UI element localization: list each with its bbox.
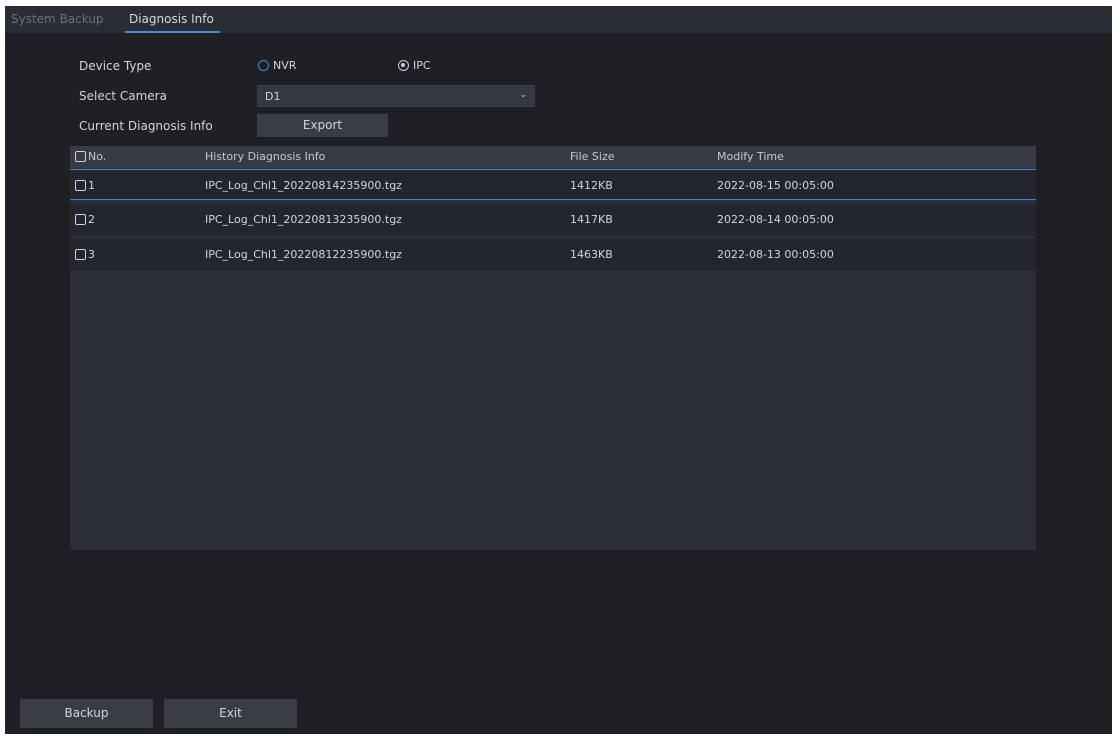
column-header-file-size: File Size bbox=[570, 150, 615, 163]
row-checkbox[interactable] bbox=[75, 180, 86, 191]
radio-ipc-label: IPC bbox=[413, 59, 431, 72]
row-modify-time: 2022-08-14 00:05:00 bbox=[717, 213, 834, 226]
select-all-checkbox[interactable] bbox=[75, 151, 86, 162]
history-table: No. History Diagnosis Info File Size Mod… bbox=[70, 146, 1036, 550]
row-file-name: IPC_Log_Chl1_20220814235900.tgz bbox=[205, 179, 402, 192]
row-no: 1 bbox=[88, 179, 95, 192]
camera-select-value: D1 bbox=[265, 90, 281, 103]
row-file-size: 1417KB bbox=[570, 213, 613, 226]
tab-system-backup[interactable]: System Backup bbox=[11, 6, 104, 33]
device-type-label: Device Type bbox=[79, 59, 152, 73]
row-file-name: IPC_Log_Chl1_20220813235900.tgz bbox=[205, 213, 402, 226]
column-header-history: History Diagnosis Info bbox=[205, 150, 326, 163]
radio-nvr[interactable]: NVR bbox=[258, 59, 296, 72]
select-camera-label: Select Camera bbox=[79, 89, 167, 103]
row-no: 2 bbox=[88, 213, 95, 226]
table-row[interactable]: 1 IPC_Log_Chl1_20220814235900.tgz 1412KB… bbox=[70, 169, 1036, 200]
column-header-modify-time: Modify Time bbox=[717, 150, 784, 163]
radio-ipc[interactable]: IPC bbox=[398, 59, 431, 72]
export-button[interactable]: Export bbox=[257, 114, 388, 137]
table-header: No. History Diagnosis Info File Size Mod… bbox=[70, 146, 1036, 168]
row-file-size: 1412KB bbox=[570, 179, 613, 192]
camera-select[interactable]: D1 ⌄ bbox=[257, 85, 535, 107]
exit-button[interactable]: Exit bbox=[164, 699, 297, 728]
column-header-no: No. bbox=[88, 150, 107, 163]
tab-diagnosis-info[interactable]: Diagnosis Info bbox=[125, 6, 220, 33]
backup-button[interactable]: Backup bbox=[20, 699, 153, 728]
diagnosis-window: System Backup Diagnosis Info Device Type… bbox=[5, 6, 1112, 734]
tab-bar: System Backup Diagnosis Info bbox=[5, 6, 1112, 33]
row-file-name: IPC_Log_Chl1_20220812235900.tgz bbox=[205, 248, 402, 261]
row-file-size: 1463KB bbox=[570, 248, 613, 261]
radio-checked-icon bbox=[398, 60, 409, 71]
current-diagnosis-label: Current Diagnosis Info bbox=[79, 119, 213, 133]
row-no: 3 bbox=[88, 248, 95, 261]
table-row[interactable]: 3 IPC_Log_Chl1_20220812235900.tgz 1463KB… bbox=[70, 239, 1036, 270]
radio-unchecked-icon bbox=[258, 60, 269, 71]
row-modify-time: 2022-08-15 00:05:00 bbox=[717, 179, 834, 192]
table-row[interactable]: 2 IPC_Log_Chl1_20220813235900.tgz 1417KB… bbox=[70, 204, 1036, 235]
row-modify-time: 2022-08-13 00:05:00 bbox=[717, 248, 834, 261]
radio-nvr-label: NVR bbox=[273, 59, 297, 72]
row-checkbox[interactable] bbox=[75, 249, 86, 260]
chevron-down-icon: ⌄ bbox=[519, 90, 527, 100]
row-checkbox[interactable] bbox=[75, 214, 86, 225]
